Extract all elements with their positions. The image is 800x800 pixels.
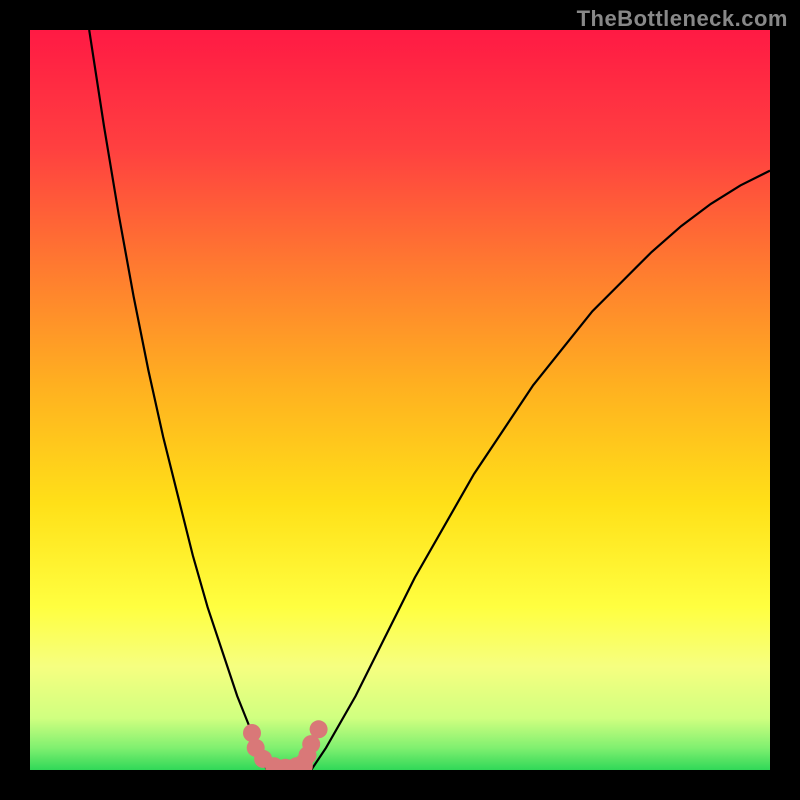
- data-marker: [310, 720, 328, 738]
- chart-container: TheBottleneck.com: [0, 0, 800, 800]
- plot-svg: [30, 30, 770, 770]
- gradient-background: [30, 30, 770, 770]
- watermark-text: TheBottleneck.com: [577, 6, 788, 32]
